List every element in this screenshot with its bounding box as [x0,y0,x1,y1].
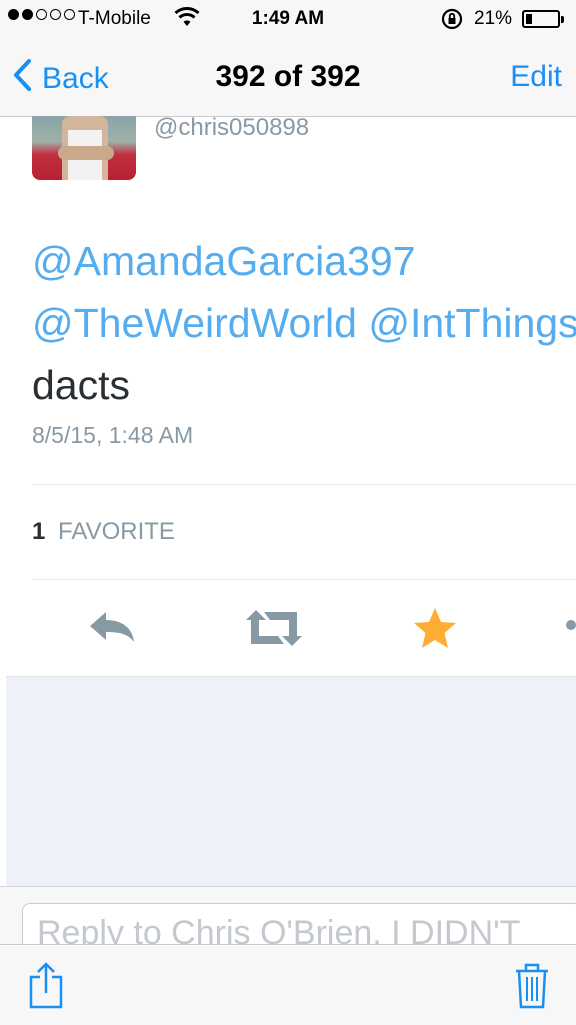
favorite-label: FAVORITE [58,518,175,545]
status-bar: T-Mobile 1:49 AM 21% [0,0,576,40]
battery-icon [522,10,564,28]
mention-link[interactable]: @TheWeirdWorld [32,300,357,346]
tweet-body: dacts [32,362,130,408]
retweet-icon[interactable] [244,606,304,655]
reply-input[interactable]: Reply to Chris O'Brien, I DIDN'T [22,903,576,945]
more-icon[interactable] [566,620,576,630]
favorite-star-icon[interactable] [412,606,458,655]
avatar[interactable] [32,116,136,180]
reply-icon[interactable] [86,606,138,655]
divider [32,484,576,485]
mention-link[interactable]: @IntThings [368,300,576,346]
edit-button[interactable]: Edit [510,60,562,94]
bottom-toolbar [0,944,576,1025]
page-title: 392 of 392 [215,60,361,93]
share-icon[interactable] [28,961,64,1014]
rotation-lock-icon [440,7,464,37]
tweet-text: @AmandaGarcia397 @TheWeirdWorld @IntThin… [32,230,576,416]
favorite-count: 1 [32,518,46,545]
favorite-stats[interactable]: 1 FAVORITE [32,518,175,546]
divider [32,579,576,580]
navigation-bar: Back 392 of 392 Edit [0,40,576,117]
user-handle[interactable]: @chris050898 [154,114,309,142]
reply-bar: Reply to Chris O'Brien, I DIDN'T [0,886,576,945]
trash-icon[interactable] [514,961,550,1014]
battery-percentage: 21% [474,8,513,29]
tweet-timestamp: 8/5/15, 1:48 AM [32,422,194,448]
mention-link[interactable]: @AmandaGarcia397 [32,238,416,284]
